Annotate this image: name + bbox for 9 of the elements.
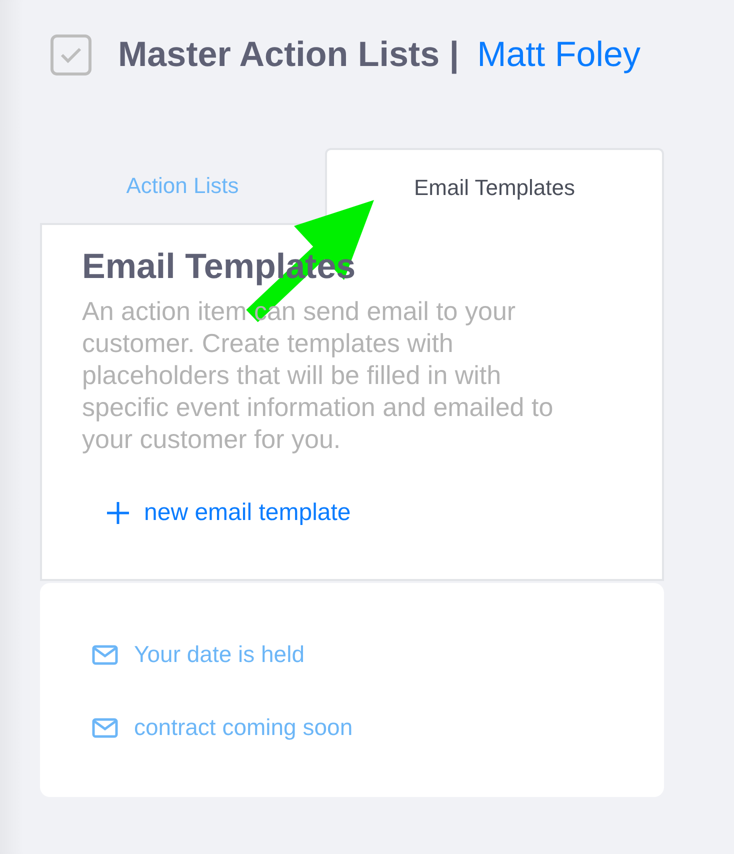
envelope-icon: [92, 718, 118, 738]
envelope-icon: [92, 644, 118, 664]
template-link[interactable]: contract coming soon: [92, 714, 664, 741]
user-name: Matt Foley: [477, 35, 640, 75]
template-link[interactable]: Your date is held: [92, 641, 664, 668]
plus-icon: [106, 501, 130, 525]
tab[interactable]: Email Templates: [325, 148, 664, 225]
page-title: Master Action Lists |: [118, 35, 460, 75]
new-template-button[interactable]: new email template: [106, 499, 351, 527]
